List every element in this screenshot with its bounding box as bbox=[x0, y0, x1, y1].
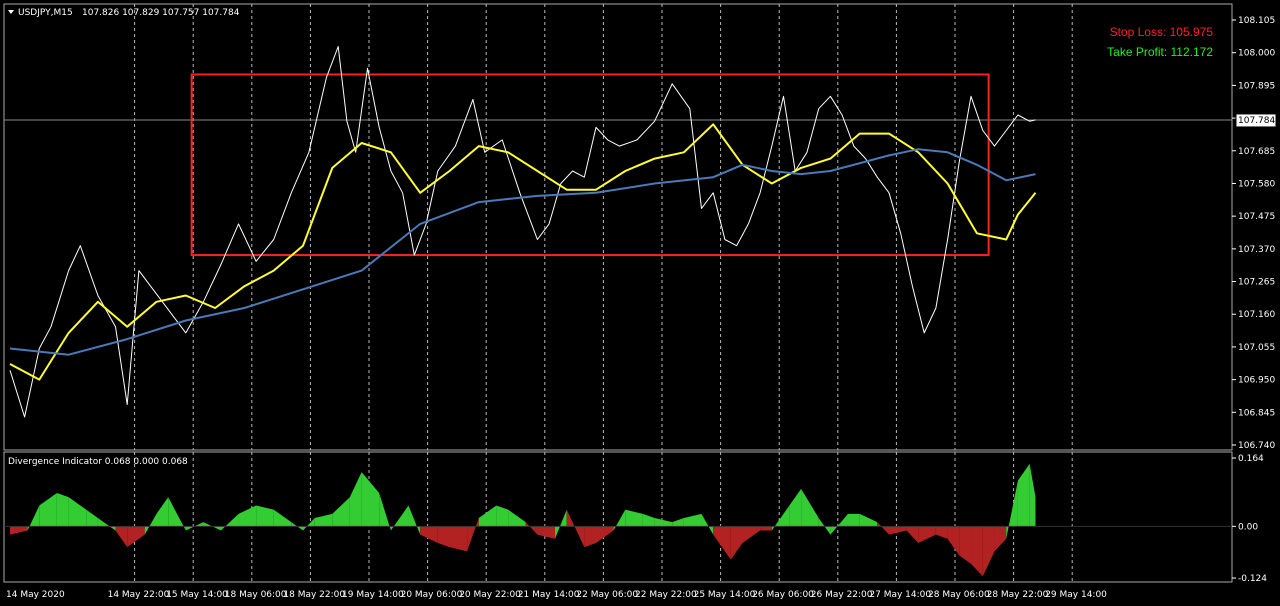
y-tick-label: 107.160 bbox=[1238, 310, 1275, 320]
histogram-segment bbox=[449, 526, 468, 552]
x-tick-label: 22 May 06:00 bbox=[576, 590, 638, 600]
x-tick-label: 14 May 22:00 bbox=[108, 590, 170, 600]
y-tick-label: 106.950 bbox=[1238, 376, 1275, 386]
ohlc-label: 107.826 107.829 107.757 107.784 bbox=[82, 8, 240, 18]
y-tick-label: 108.000 bbox=[1238, 49, 1275, 59]
y-tick-label: 107.580 bbox=[1238, 179, 1275, 189]
x-tick-label: 20 May 22:00 bbox=[459, 590, 521, 600]
take-profit-label: Take Profit: 112.172 bbox=[1107, 45, 1213, 59]
indicator-y-tick-label: 0.164 bbox=[1238, 454, 1264, 464]
y-tick-label: 107.475 bbox=[1238, 212, 1275, 222]
x-tick-label: 27 May 14:00 bbox=[869, 590, 931, 600]
chart-header: USDJPY,M15 107.826 107.829 107.757 107.7… bbox=[8, 8, 240, 18]
x-tick-label: 18 May 22:00 bbox=[283, 590, 345, 600]
x-tick-label: 28 May 06:00 bbox=[928, 590, 990, 600]
x-tick-label: 21 May 14:00 bbox=[518, 590, 580, 600]
x-tick-label: 19 May 14:00 bbox=[342, 590, 404, 600]
y-tick-label: 107.685 bbox=[1238, 147, 1275, 157]
histogram-segment bbox=[760, 526, 772, 531]
y-tick-label: 106.740 bbox=[1238, 441, 1275, 451]
indicator-label: Divergence Indicator 0.068 0.000 0.068 bbox=[8, 457, 188, 467]
y-tick-label: 108.105 bbox=[1238, 16, 1275, 26]
x-tick-label: 18 May 06:00 bbox=[225, 590, 287, 600]
x-tick-label: 20 May 06:00 bbox=[401, 590, 463, 600]
y-tick-label: 106.845 bbox=[1238, 408, 1275, 418]
y-tick-label: 107.370 bbox=[1238, 245, 1275, 255]
symbol-label: USDJPY,M15 bbox=[18, 8, 73, 18]
indicator-y-tick-label: 0.00 bbox=[1238, 522, 1258, 532]
histogram-segment bbox=[847, 513, 860, 527]
indicator-y-tick-label: -0.124 bbox=[1238, 574, 1267, 584]
stop-loss-label: Stop Loss: 105.975 bbox=[1110, 25, 1214, 39]
x-tick-label: 14 May 2020 bbox=[6, 590, 65, 600]
x-tick-label: 28 May 22:00 bbox=[987, 590, 1049, 600]
current-price-marker: 107.784 bbox=[1235, 113, 1277, 128]
histogram-segment bbox=[56, 493, 69, 527]
x-tick-label: 26 May 22:00 bbox=[811, 590, 873, 600]
chart-window: 14 May 2020 14 May 22:0015 May 14:0018 Ma… bbox=[0, 0, 1280, 606]
current-price-label: 107.784 bbox=[1238, 116, 1275, 126]
x-tick-label: 15 May 14:00 bbox=[166, 590, 228, 600]
x-tick-label: 25 May 14:00 bbox=[694, 590, 756, 600]
y-tick-label: 107.265 bbox=[1238, 278, 1275, 288]
y-tick-label: 107.055 bbox=[1238, 343, 1275, 353]
x-tick-label: 22 May 22:00 bbox=[635, 590, 697, 600]
x-tick-label: 29 May 14:00 bbox=[1045, 590, 1107, 600]
x-tick-label: 26 May 06:00 bbox=[752, 590, 814, 600]
y-tick-label: 107.895 bbox=[1238, 81, 1275, 91]
